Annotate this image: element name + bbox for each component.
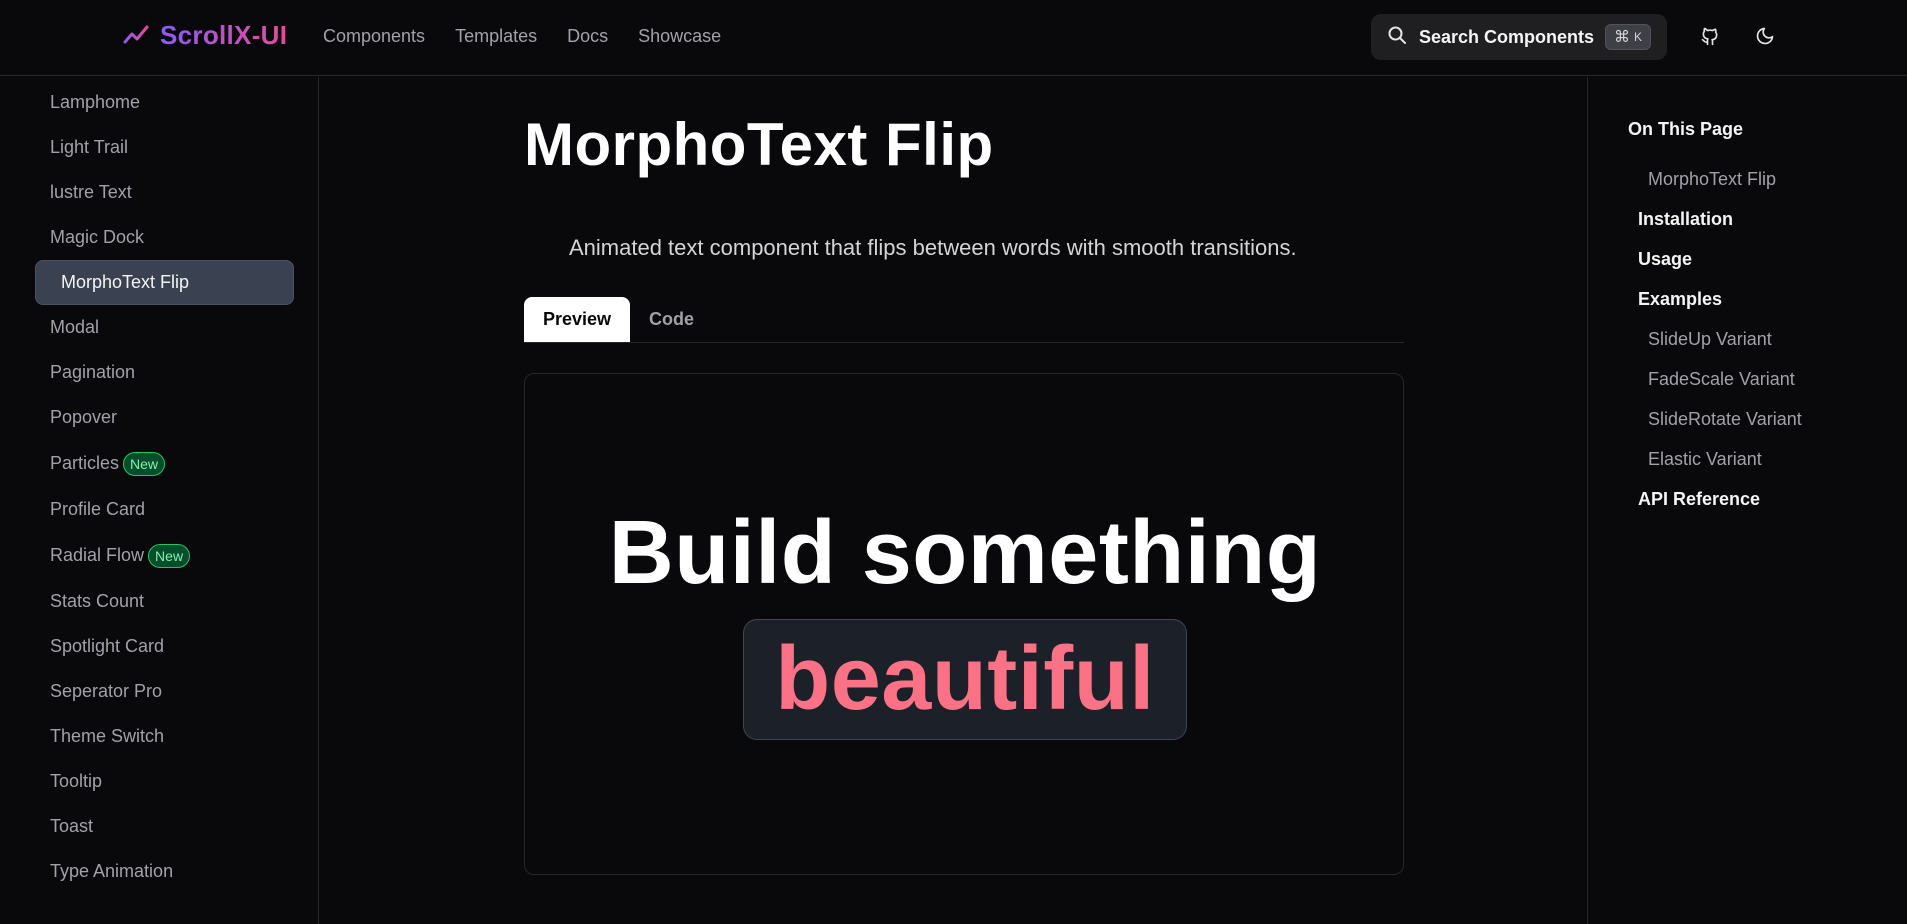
sidebar-item-profile-card[interactable]: Profile Card	[35, 487, 294, 532]
toc-item-installation[interactable]: Installation	[1638, 209, 1733, 230]
sidebar-item-label: Magic Dock	[50, 227, 145, 247]
theme-toggle-button[interactable]	[1747, 20, 1783, 56]
preview-static-text: Build something	[608, 503, 1322, 603]
toc-item-examples[interactable]: Examples	[1638, 289, 1722, 310]
toc-item-api-reference[interactable]: API Reference	[1638, 489, 1760, 510]
sidebar-item-seperator-pro[interactable]: Seperator Pro	[35, 669, 294, 714]
sidebar-item-radial-flow[interactable]: Radial Flow New	[35, 533, 294, 578]
top-header: ScrollX-UI Components Templates Docs Sho…	[0, 0, 1907, 76]
k-key: K	[1633, 30, 1642, 44]
tab-code[interactable]: Code	[630, 297, 713, 342]
page-description: Animated text component that flips betwe…	[569, 235, 1297, 260]
toc-item-morphotext-flip[interactable]: MorphoText Flip	[1648, 169, 1776, 190]
sidebar-item-label: Lamphome	[50, 92, 141, 112]
sidebar-item-lustre-text[interactable]: lustre Text	[35, 170, 294, 215]
sidebar-item-modal[interactable]: Modal	[35, 305, 294, 350]
command-key: ⌘	[1613, 29, 1630, 46]
toc-item-usage[interactable]: Usage	[1638, 249, 1692, 270]
nav-templates[interactable]: Templates	[455, 26, 537, 47]
tab-preview[interactable]: Preview	[524, 297, 631, 342]
toc-item-slideup-variant[interactable]: SlideUp Variant	[1648, 329, 1772, 350]
search-icon	[1387, 25, 1407, 50]
main-nav: Components Templates Docs Showcase	[323, 26, 721, 47]
nav-docs[interactable]: Docs	[567, 26, 608, 47]
sidebar-item-tooltip[interactable]: Tooltip	[35, 759, 294, 804]
moon-icon	[1755, 26, 1775, 51]
toc-item-fadescale-variant[interactable]: FadeScale Variant	[1648, 369, 1795, 390]
sidebar-item-label: Spotlight Card	[50, 636, 165, 656]
sidebar-item-label: Modal	[50, 317, 100, 337]
new-badge: New	[148, 543, 191, 568]
keyboard-shortcut: ⌘ K	[1604, 24, 1651, 50]
sidebar-item-morphotext-flip[interactable]: MorphoText Flip	[35, 260, 294, 305]
sidebar-item-particles[interactable]: Particles New	[35, 441, 294, 486]
sidebar-item-toast[interactable]: Toast	[35, 804, 294, 849]
search-button[interactable]: Search Components ⌘ K	[1371, 14, 1667, 60]
flip-word: beautiful	[775, 629, 1155, 729]
search-label: Search Components	[1419, 26, 1595, 47]
sidebar-item-label: Theme Switch	[50, 726, 165, 746]
sidebar-item-label: Toast	[50, 816, 94, 836]
nav-components[interactable]: Components	[323, 26, 425, 47]
sidebar-item-label: MorphoText Flip	[61, 272, 190, 292]
sidebar-item-label: Tooltip	[50, 771, 103, 791]
nav-showcase[interactable]: Showcase	[638, 26, 721, 47]
page-title: MorphoText Flip	[524, 111, 994, 178]
trend-chart-icon	[122, 22, 150, 50]
sidebar-item-popover[interactable]: Popover	[35, 395, 294, 440]
sidebar-item-pagination[interactable]: Pagination	[35, 350, 294, 395]
toc-title: On This Page	[1628, 119, 1744, 139]
sidebar-item-label: Stats Count	[50, 591, 145, 611]
preview-code-tabs: Preview Code	[524, 297, 1404, 343]
sidebar-item-label: Particles	[50, 453, 120, 473]
logo-text: ScrollX-UI	[160, 20, 288, 50]
sidebar-item-stats-count[interactable]: Stats Count	[35, 579, 294, 624]
sidebar-item-label: Profile Card	[50, 499, 146, 519]
sidebar-item-magic-dock[interactable]: Magic Dock	[35, 215, 294, 260]
sidebar-item-theme-switch[interactable]: Theme Switch	[35, 714, 294, 759]
github-button[interactable]	[1692, 20, 1728, 56]
sidebar-item-label: Radial Flow	[50, 545, 145, 565]
sidebar: Lamphome Light Trail lustre Text Magic D…	[0, 77, 319, 924]
sidebar-item-label: Popover	[50, 407, 118, 427]
preview-panel: Build something beautiful	[524, 373, 1404, 875]
toc-item-sliderotate-variant[interactable]: SlideRotate Variant	[1648, 409, 1802, 430]
sidebar-item-label: Type Animation	[50, 861, 174, 881]
sidebar-item-type-animation[interactable]: Type Animation	[35, 849, 294, 894]
sidebar-item-label: lustre Text	[50, 182, 132, 202]
logo[interactable]: ScrollX-UI	[122, 20, 287, 51]
toc-item-elastic-variant[interactable]: Elastic Variant	[1648, 449, 1762, 470]
table-of-contents: On This Page MorphoText Flip Installatio…	[1587, 77, 1907, 924]
flip-word-box: beautiful	[743, 619, 1187, 740]
sidebar-item-lamphome[interactable]: Lamphome	[35, 80, 294, 125]
sidebar-item-light-trail[interactable]: Light Trail	[35, 125, 294, 170]
github-icon	[1700, 26, 1720, 51]
sidebar-item-spotlight-card[interactable]: Spotlight Card	[35, 624, 294, 669]
new-badge: New	[123, 451, 166, 476]
sidebar-item-label: Pagination	[50, 362, 136, 382]
sidebar-item-label: Seperator Pro	[50, 681, 163, 701]
sidebar-item-label: Light Trail	[50, 137, 129, 157]
